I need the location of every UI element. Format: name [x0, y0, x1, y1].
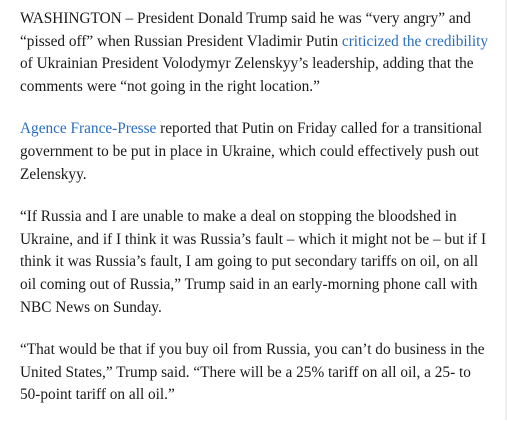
article-paragraph-3: “If Russia and I are unable to make a de…	[20, 208, 487, 316]
afp-link[interactable]: Agence France-Presse	[20, 120, 156, 137]
paragraph-text: of Ukrainian President Volodymyr Zelensk…	[20, 55, 474, 95]
article-paragraph-2: Agence France-Presse reported that Putin…	[20, 118, 490, 186]
article-paragraph-4: “That would be that if you buy oil from …	[20, 341, 485, 404]
criticized-credibility-link[interactable]: criticized the credibility	[342, 33, 488, 50]
article-body: WASHINGTON – President Donald Trump said…	[20, 8, 490, 427]
article-paragraph-1: WASHINGTON – President Donald Trump said…	[20, 8, 490, 98]
